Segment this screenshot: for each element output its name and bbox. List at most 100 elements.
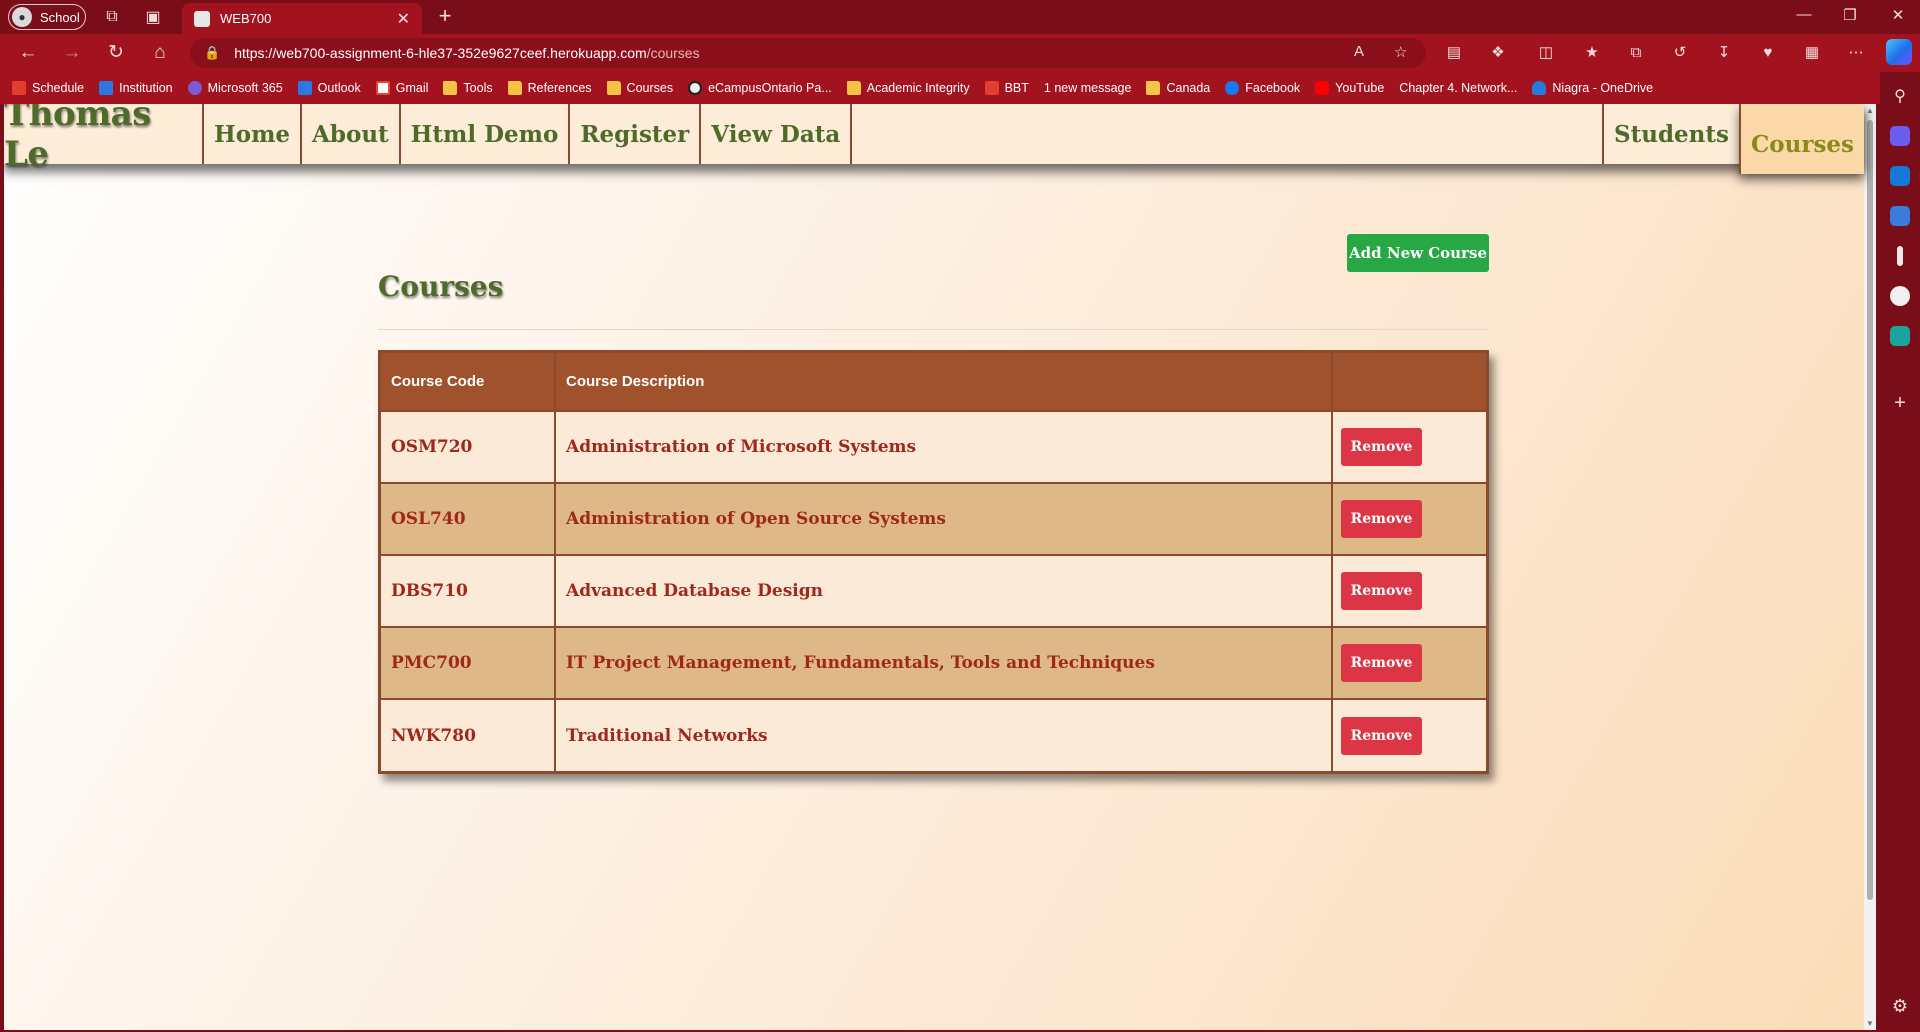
home-icon[interactable]: ⌂: [148, 42, 172, 64]
course-code-cell: DBS710: [381, 555, 556, 628]
tab-actions-icon[interactable]: ▣: [142, 6, 164, 28]
actions-cell: Remove: [1332, 483, 1486, 556]
course-description-cell: IT Project Management, Fundamentals, Too…: [555, 627, 1333, 700]
column-header-actions: [1332, 353, 1486, 412]
edge-sidebar: ⚲ + ⚙: [1880, 72, 1920, 1032]
nav-link-about[interactable]: About: [302, 104, 401, 164]
bookmarks-bar: Schedule Institution Microsoft 365 Outlook G…: [0, 72, 1920, 104]
course-description-cell: Administration of Microsoft Systems: [555, 411, 1333, 484]
remove-course-button[interactable]: Remove: [1341, 500, 1422, 538]
sidebar-add-icon[interactable]: +: [1890, 392, 1910, 415]
close-window-icon[interactable]: ✕: [1886, 6, 1910, 24]
bookmark-od-icon: [1532, 81, 1547, 95]
table-header-row: Course Code Course Description: [381, 353, 1486, 412]
bookmark-item[interactable]: YouTube: [1315, 81, 1384, 95]
sidebar-openai-icon[interactable]: [1890, 286, 1910, 306]
bookmark-item[interactable]: Chapter 4. Network...: [1399, 81, 1517, 95]
refresh-icon[interactable]: ↻: [104, 42, 128, 64]
restore-icon[interactable]: ❐: [1838, 6, 1862, 24]
minimize-icon[interactable]: —: [1792, 6, 1816, 23]
downloads-icon[interactable]: ↧: [1712, 42, 1736, 64]
favorite-star-icon[interactable]: ☆: [1394, 43, 1407, 61]
back-icon[interactable]: ←: [16, 42, 40, 64]
nav-link-html-demo[interactable]: Html Demo: [401, 104, 571, 164]
add-new-course-button[interactable]: Add New Course: [1347, 234, 1489, 272]
sidebar-copilot-icon[interactable]: [1890, 126, 1910, 146]
tab-title: WEB700: [220, 11, 272, 26]
nav-link-home[interactable]: Home: [204, 104, 303, 164]
lock-icon[interactable]: 🔒: [204, 45, 220, 61]
bookmark-folder-icon: [507, 81, 522, 95]
bookmark-item[interactable]: 1 new message: [1044, 81, 1132, 95]
close-tab-icon[interactable]: ✕: [397, 9, 410, 29]
course-description-cell: Advanced Database Design: [555, 555, 1333, 628]
bookmark-circle-icon: [688, 81, 703, 95]
page-scrollbar[interactable]: ▲ ▼: [1864, 104, 1876, 1030]
new-tab-button[interactable]: +: [432, 4, 458, 30]
bookmark-item[interactable]: Outlook: [297, 81, 361, 95]
copilot-icon[interactable]: [1886, 39, 1912, 65]
tab-web700[interactable]: WEB700 ✕: [182, 3, 422, 34]
browser-toolbar: ← → ↻ ⌂ 🔒 https://web700-assignment-6-hl…: [0, 34, 1920, 72]
bookmark-label: Courses: [626, 81, 674, 95]
bookmark-item[interactable]: BBT: [984, 81, 1029, 95]
nav-link-courses[interactable]: Courses: [1738, 104, 1864, 174]
performance-icon[interactable]: ♥: [1756, 42, 1780, 64]
bookmark-item[interactable]: Institution: [99, 81, 173, 95]
site-brand[interactable]: Thomas Le: [4, 104, 204, 174]
extensions-icon[interactable]: ❖: [1486, 42, 1510, 64]
bookmark-item[interactable]: Gmail: [375, 81, 429, 95]
scrollbar-thumb[interactable]: [1867, 120, 1873, 900]
bookmark-label: References: [527, 81, 592, 95]
bookmark-item[interactable]: Schedule: [12, 81, 84, 95]
sidebar-pen-icon[interactable]: [1897, 246, 1903, 266]
bookmark-item[interactable]: eCampusOntario Pa...: [688, 81, 832, 95]
read-aloud-icon[interactable]: A: [1354, 43, 1364, 60]
table-row: DBS710 Advanced Database Design Remove: [381, 555, 1486, 628]
address-bar[interactable]: 🔒 https://web700-assignment-6-hle37-352e…: [190, 38, 1426, 68]
nav-link-students[interactable]: Students: [1602, 104, 1739, 164]
split-screen-icon[interactable]: ◫: [1534, 42, 1558, 64]
nav-right-group: Students Courses: [1602, 104, 1864, 174]
sidebar-settings-icon[interactable]: ⚙: [1890, 996, 1910, 1017]
bookmark-label: Gmail: [395, 81, 429, 95]
forward-icon[interactable]: →: [60, 42, 84, 64]
scroll-up-icon[interactable]: ▲: [1864, 106, 1876, 115]
bookmark-item[interactable]: Niagra - OneDrive: [1532, 81, 1653, 95]
favorites-icon[interactable]: ★: [1580, 42, 1604, 64]
more-menu-icon[interactable]: ⋯: [1844, 42, 1868, 64]
bookmark-folder-icon: [606, 81, 621, 95]
nav-link-register[interactable]: Register: [570, 104, 702, 164]
course-code-cell: PMC700: [381, 627, 556, 700]
bookmark-folder-icon: [1146, 81, 1161, 95]
workspaces-icon[interactable]: ⧉: [101, 6, 123, 28]
column-header-code: Course Code: [381, 353, 556, 412]
apps-icon[interactable]: ▦: [1800, 42, 1824, 64]
remove-course-button[interactable]: Remove: [1341, 644, 1422, 682]
nav-left-group: Home About Html Demo Register View Data: [204, 104, 853, 164]
sidebar-outlook-icon[interactable]: [1890, 166, 1910, 186]
bookmark-item[interactable]: Canada: [1146, 81, 1210, 95]
nav-link-view-data[interactable]: View Data: [701, 104, 853, 164]
bookmark-item[interactable]: Academic Integrity: [846, 81, 970, 95]
remove-course-button[interactable]: Remove: [1341, 572, 1422, 610]
sidebar-search-icon[interactable]: ⚲: [1890, 86, 1910, 106]
sidebar-translate-icon[interactable]: [1890, 206, 1910, 226]
bookmark-item[interactable]: Tools: [443, 81, 493, 95]
history-icon[interactable]: ↺: [1668, 42, 1692, 64]
immersive-reader-icon[interactable]: ▤: [1442, 42, 1466, 64]
collections-icon[interactable]: ⧉: [1624, 42, 1648, 64]
browser-title-bar: ● School ⧉ ▣ WEB700 ✕ + — ❐ ✕: [0, 0, 1920, 34]
profile-label: School: [40, 9, 80, 25]
profile-button[interactable]: ● School: [8, 4, 86, 30]
bookmark-item[interactable]: Facebook: [1225, 81, 1300, 95]
scroll-down-icon[interactable]: ▼: [1864, 1019, 1876, 1028]
bookmark-folder-icon: [443, 81, 458, 95]
bookmark-blue-icon: [297, 81, 312, 95]
bookmark-item[interactable]: Microsoft 365: [187, 81, 283, 95]
bookmark-item[interactable]: Courses: [606, 81, 674, 95]
remove-course-button[interactable]: Remove: [1341, 716, 1422, 755]
bookmark-item[interactable]: References: [507, 81, 592, 95]
sidebar-app-icon[interactable]: [1890, 326, 1910, 346]
remove-course-button[interactable]: Remove: [1341, 428, 1422, 466]
